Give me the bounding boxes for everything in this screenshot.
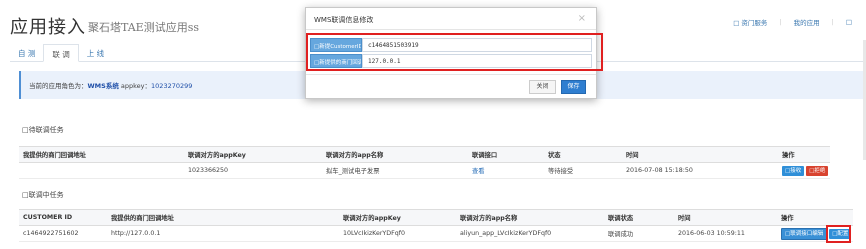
edit-dialog: WMS联调信息修改 × □新提CustomerID c1464851503919… (305, 7, 597, 99)
page-title: 应用接入 (10, 17, 86, 38)
appkey-value: 1023270299 (151, 82, 193, 90)
cell-actions: □接收 □拒绝 (778, 162, 831, 179)
top-link-service[interactable]: □ 资门服务 (727, 17, 773, 27)
col-header: 联调对方的app名称 (456, 209, 604, 226)
app-name-subtitle: 聚石塔TAE测试应用ss (88, 21, 199, 34)
top-link-my-apps[interactable]: 我的应用 (788, 17, 826, 27)
view-api-link[interactable]: 查看 (468, 162, 544, 179)
col-header: 操作 (777, 209, 854, 226)
callback-url-row: □新提供的商门回调地址 127.0.0.1 (310, 54, 592, 68)
pending-header-row: 我提供的商门回调地址 联调对方的appKey 联调对方的app名称 联调接口 状… (19, 146, 831, 163)
cell-time: 2016-07-08 15:18:50 (622, 162, 778, 179)
pending-section-label: □待联调任务 (22, 126, 64, 134)
col-header: CUSTOMER ID (19, 209, 107, 226)
reject-button[interactable]: □拒绝 (806, 165, 829, 176)
dialog-body: □新提CustomerID c1464851503919 □新提供的商门回调地址… (306, 30, 596, 74)
col-header: 联调状态 (604, 209, 674, 226)
config-highlight-box (826, 225, 851, 243)
tab-self-test[interactable]: 自 测 (10, 44, 43, 62)
inprogress-section-label: □联调中任务 (22, 191, 64, 199)
cell-addr (19, 162, 184, 179)
customer-id-row: □新提CustomerID c1464851503919 (310, 38, 592, 52)
appkey-label: appkey： (120, 82, 152, 90)
table-row: 1023366250 拟车_测试电子发票 查看 等待接受 2016-07-08 … (19, 162, 831, 179)
cell-status: 联调成功 (604, 225, 674, 242)
close-icon[interactable]: × (578, 13, 586, 24)
dialog-title: WMS联调信息修改 (314, 16, 374, 24)
callback-url-input[interactable]: 127.0.0.1 (362, 54, 592, 68)
col-header: 操作 (778, 146, 831, 163)
cell-time: 2016-06-03 10:59:11 (674, 225, 777, 242)
col-header: 联调对方的app名称 (322, 146, 468, 163)
col-header: 状态 (544, 146, 622, 163)
tab-joint-debug[interactable]: 联 调 (43, 44, 79, 62)
col-header: 联调对方的appKey (184, 146, 322, 163)
col-header: 联调接口 (468, 146, 544, 163)
accept-button[interactable]: □接收 (782, 165, 805, 176)
col-header: 我提供的商门回调地址 (19, 146, 184, 163)
cell-appname: aliyun_app_LVcIkizKerYDFqf0 (456, 225, 604, 242)
col-header: 时间 (674, 209, 777, 226)
inprogress-header-row: CUSTOMER ID 我提供的商门回调地址 联调对方的appKey 联调对方的… (19, 209, 854, 226)
cell-appname: 拟车_测试电子发票 (322, 162, 468, 179)
dialog-footer: 关闭 保存 (306, 74, 596, 98)
inprogress-table: CUSTOMER ID 我提供的商门回调地址 联调对方的appKey 联调对方的… (19, 209, 854, 242)
role-prefix: 当前的应用角色为： (29, 82, 88, 90)
callback-url-label: □新提供的商门回调地址 (310, 54, 362, 68)
top-links: □ 资门服务 | 我的应用 | □ (727, 17, 858, 27)
role-value: WMS系统 (87, 82, 119, 90)
customer-id-label: □新提CustomerID (310, 38, 362, 52)
cell-customer-id: c1464922751602 (19, 225, 107, 242)
pending-table: 我提供的商门回调地址 联调对方的appKey 联调对方的app名称 联调接口 状… (19, 146, 831, 179)
customer-id-input[interactable]: c1464851503919 (362, 38, 592, 52)
cell-appkey: 10LVcIkizKerYDFqf0 (339, 225, 456, 242)
cell-addr: http://127.0.0.1 (107, 225, 339, 242)
tab-go-live[interactable]: 上 线 (79, 44, 112, 62)
top-link-extra[interactable]: □ (840, 18, 858, 26)
col-header: 时间 (622, 146, 778, 163)
table-row: c1464922751602 http://127.0.0.1 10LVcIki… (19, 225, 854, 242)
close-button[interactable]: 关闭 (529, 80, 556, 94)
cell-status: 等待接受 (544, 162, 622, 179)
cell-appkey: 1023366250 (184, 162, 322, 179)
col-header: 联调对方的appKey (339, 209, 456, 226)
col-header: 我提供的商门回调地址 (107, 209, 339, 226)
dialog-header: WMS联调信息修改 × (306, 8, 596, 30)
save-button[interactable]: 保存 (561, 80, 586, 94)
edit-api-button[interactable]: □联调接口编辑 (781, 227, 828, 240)
